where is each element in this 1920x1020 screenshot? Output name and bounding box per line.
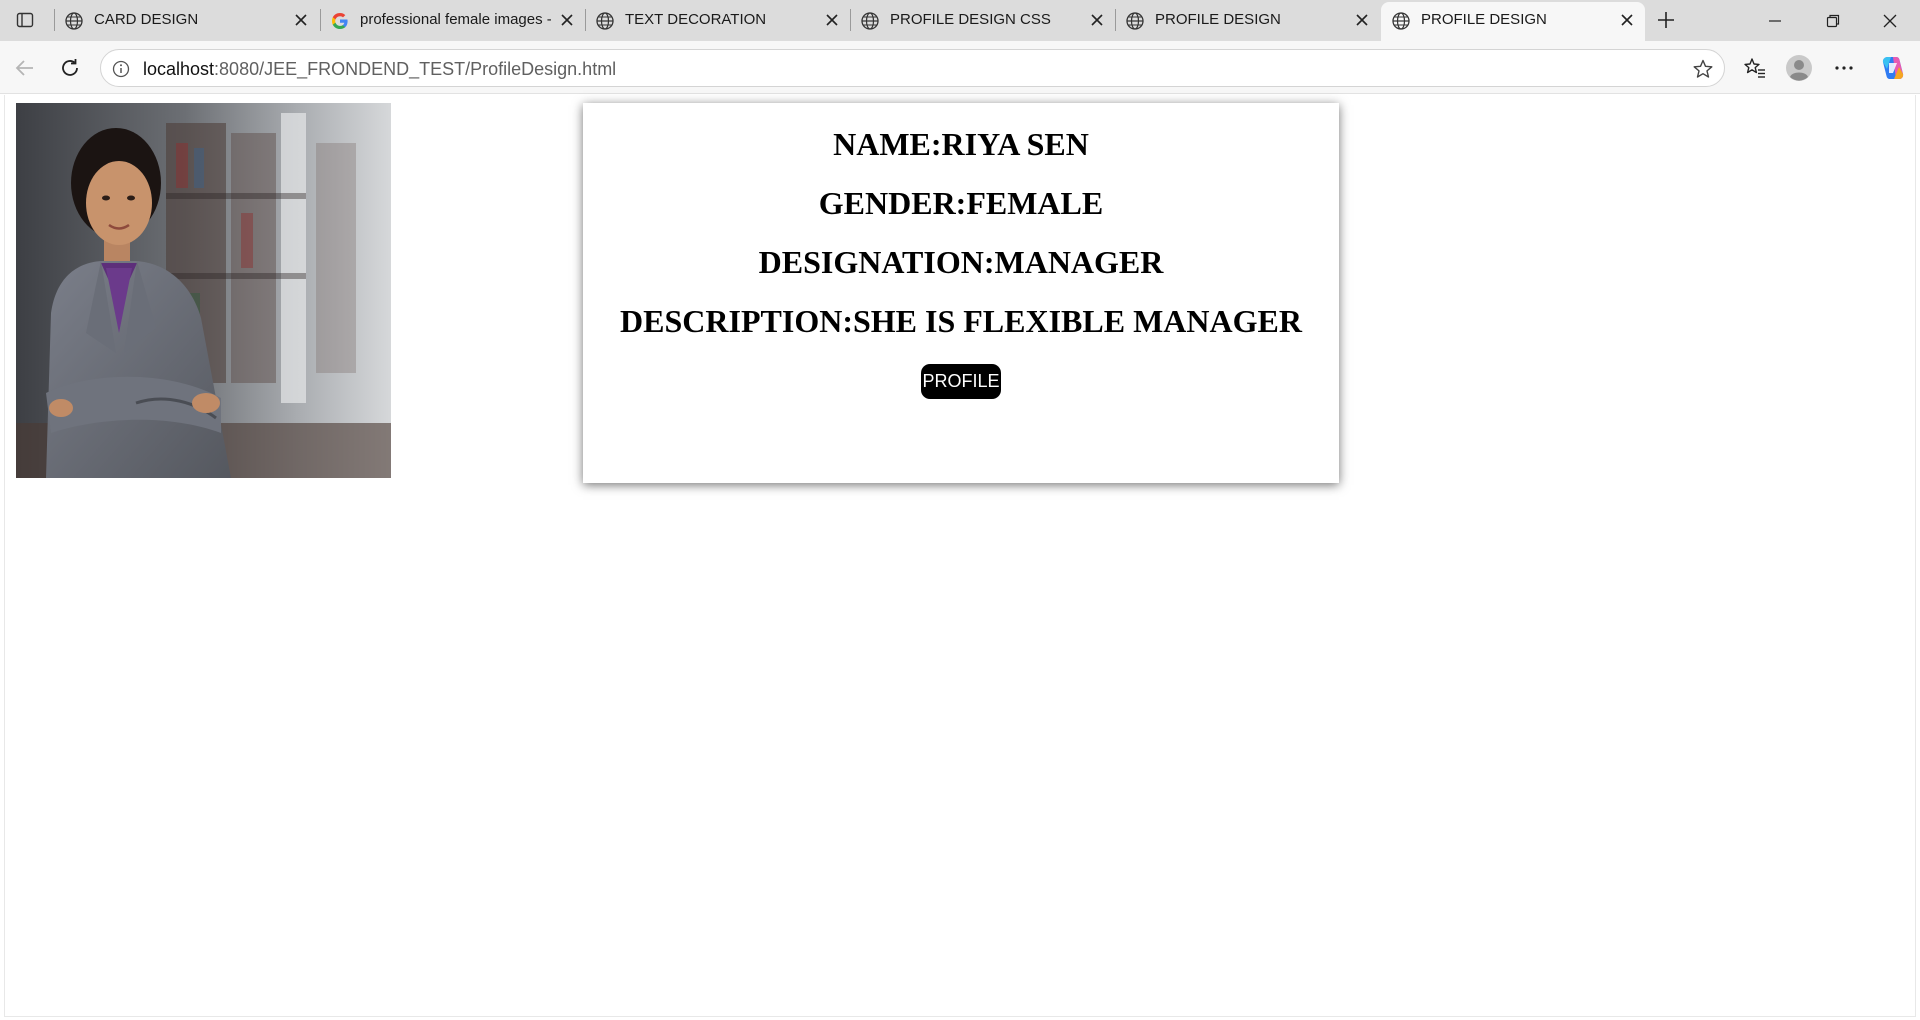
reload-icon [62,59,78,76]
tab-strip: CARD DESIGN professional female images -… [0,0,1920,41]
tab-profile-design[interactable]: PROFILE DESIGN [1115,0,1380,41]
back-button[interactable] [8,51,42,85]
tab-title: professional female images - Google Sear… [360,11,551,28]
tab-title: TEXT DECORATION [625,11,767,28]
reload-button[interactable] [53,51,87,85]
minimize-button[interactable] [1747,0,1803,41]
close-icon[interactable] [1354,12,1370,28]
google-icon [332,13,348,29]
tab-card-design[interactable]: CARD DESIGN [54,0,319,41]
star-icon[interactable] [1692,58,1714,80]
profile-name: NAME:RIYA SEN [833,126,1089,162]
sidebar-panel-icon [16,12,34,28]
tab-title: CARD DESIGN [94,11,199,28]
globe-icon [1126,12,1144,30]
globe-icon [596,12,614,30]
profile-designation: DESIGNATION:MANAGER [758,244,1164,280]
page-viewport: NAME:RIYA SEN GENDER:FEMALE DESIGNATION:… [4,95,1916,1017]
favorites-icon [1744,58,1765,78]
profile-card: NAME:RIYA SEN GENDER:FEMALE DESIGNATION:… [583,103,1339,483]
tab-title: PROFILE DESIGN [1155,11,1281,28]
minimize-icon [1769,19,1781,22]
close-icon[interactable] [824,12,840,28]
close-icon[interactable] [559,12,575,28]
back-arrow-icon [15,60,33,76]
address-bar[interactable]: localhost:8080/JEE_FRONDEND_TEST/Profile… [100,49,1725,87]
url-text[interactable]: localhost:8080/JEE_FRONDEND_TEST/Profile… [143,59,616,79]
profile-button[interactable]: PROFILE [921,364,1001,399]
profile-description: DESCRIPTION:SHE IS FLEXIBLE MANAGER [620,303,1302,339]
plus-icon [1658,12,1674,28]
tab-profile-design-active[interactable]: PROFILE DESIGN [1381,2,1645,41]
tab-google-search[interactable]: professional female images - Google Sear… [320,0,585,41]
url-host: localhost [143,59,215,79]
copilot-icon [1882,57,1904,79]
profile-gender: GENDER:FEMALE [818,185,1104,221]
tab-actions-button[interactable] [10,7,40,33]
professional-woman-photo [16,103,391,478]
tab-profile-design-css[interactable]: PROFILE DESIGN CSS [850,0,1115,41]
globe-icon [65,12,83,30]
more-options-button[interactable] [1827,51,1861,85]
close-icon[interactable] [1619,12,1635,28]
favorites-button[interactable] [1738,51,1772,85]
profile-photo [16,103,391,478]
close-icon[interactable] [1089,12,1105,28]
more-icon [1835,66,1853,70]
avatar-icon [1786,55,1812,81]
new-tab-button[interactable] [1652,8,1680,32]
globe-icon [861,12,879,30]
tab-text-decoration[interactable]: TEXT DECORATION [585,0,850,41]
info-icon[interactable] [111,59,131,79]
restore-button[interactable] [1805,0,1861,41]
profile-avatar-button[interactable] [1782,51,1816,85]
browser-toolbar: localhost:8080/JEE_FRONDEND_TEST/Profile… [0,41,1920,94]
url-path: :8080/JEE_FRONDEND_TEST/ProfileDesign.ht… [214,59,617,79]
close-icon [1883,14,1897,27]
globe-icon [1392,12,1410,30]
close-icon[interactable] [293,12,309,28]
copilot-button[interactable] [1876,51,1910,85]
restore-icon [1826,14,1840,27]
tab-title: PROFILE DESIGN CSS [890,11,1051,28]
tab-title: PROFILE DESIGN [1421,11,1547,28]
close-window-button[interactable] [1862,0,1918,41]
